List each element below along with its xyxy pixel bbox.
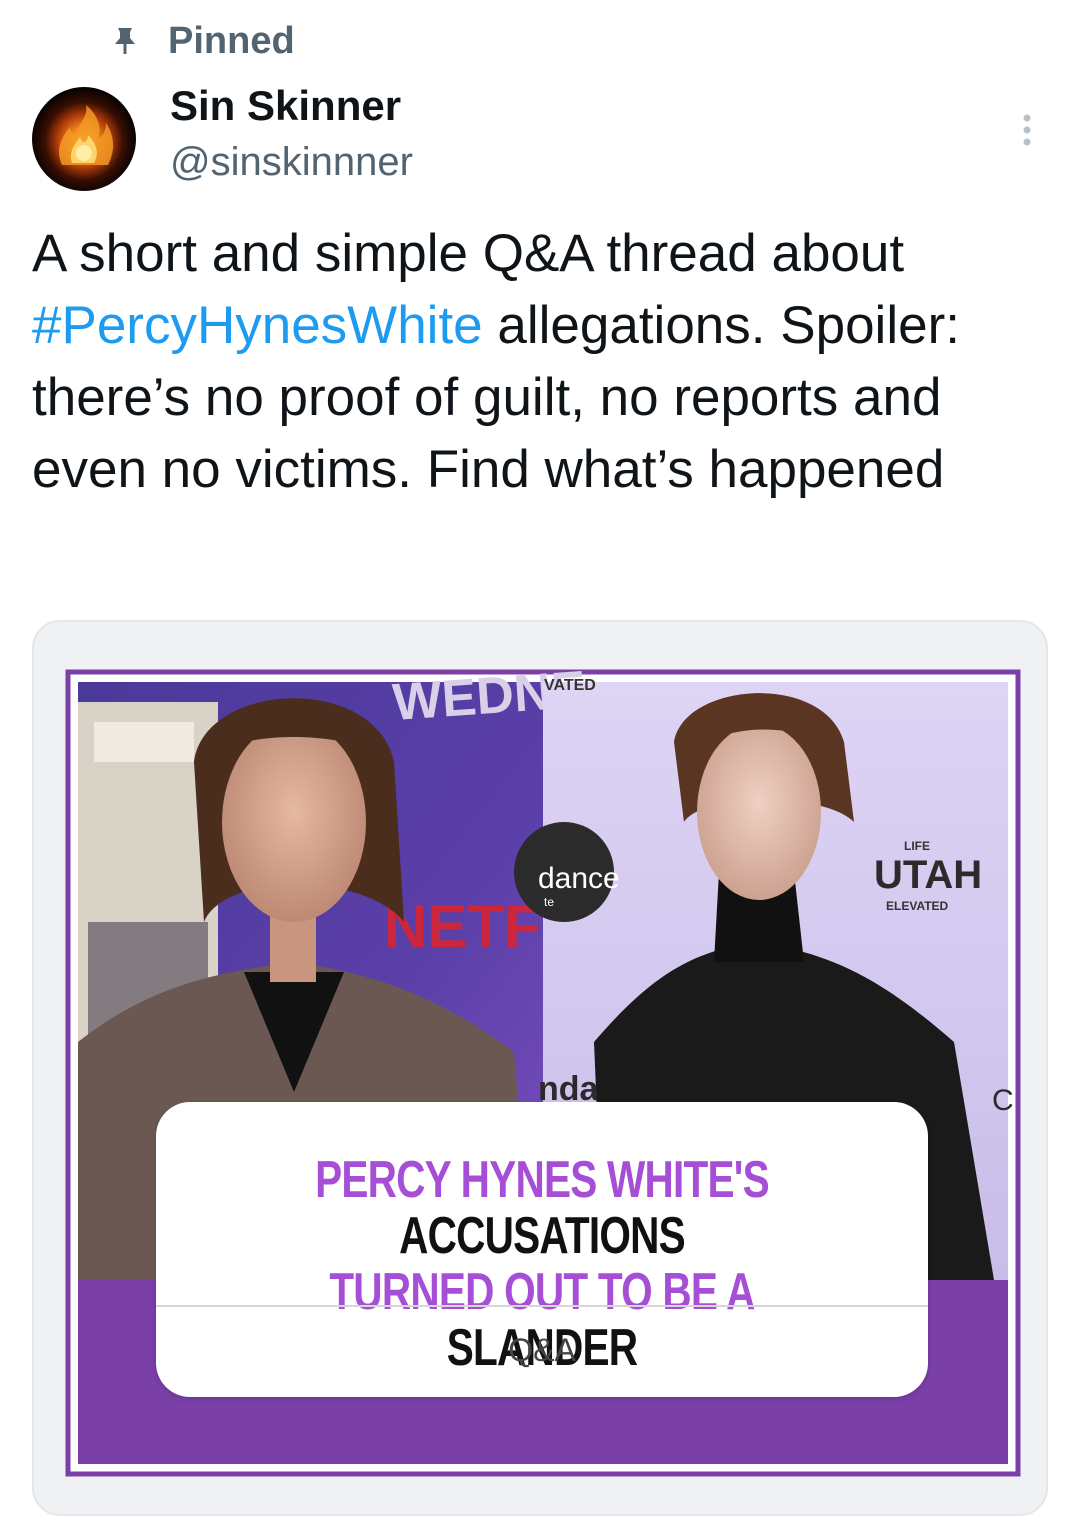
hashtag-link[interactable]: #PercyHynesWhite xyxy=(32,296,483,355)
utah-elevated-sign: ELEVATED xyxy=(886,899,949,913)
media-card[interactable]: WEDNE NETF VATED dance te nda LIFE UTAH … xyxy=(32,620,1048,1516)
tweet-text-before: A short and simple Q&A thread about xyxy=(32,224,905,283)
headline-part3: TURNED OUT TO BE A xyxy=(329,1263,755,1321)
utah-sign: UTAH xyxy=(874,853,982,897)
utah-life-sign: LIFE xyxy=(904,839,930,853)
headline-part1: PERCY HYNES WHITE'S xyxy=(315,1151,770,1209)
qa-question-box[interactable]: PERCY HYNES WHITE'S ACCUSATIONS TURNED O… xyxy=(156,1102,928,1397)
netflix-sign: NETF xyxy=(384,893,541,960)
qa-label: Q&A xyxy=(508,1332,576,1368)
fire-avatar-art xyxy=(59,105,114,165)
author-name[interactable]: Sin Skinner xyxy=(170,82,401,130)
more-vertical-icon[interactable] xyxy=(1012,110,1042,150)
vated-sign: VATED xyxy=(544,677,596,694)
pinned-label: Pinned xyxy=(168,19,295,62)
c-sign: C xyxy=(992,1084,1014,1117)
qa-divider xyxy=(156,1305,928,1307)
pin-icon xyxy=(115,28,135,54)
sundance-sign: dance xyxy=(538,862,620,895)
headline-part2: ACCUSATIONS xyxy=(399,1207,686,1265)
avatar[interactable] xyxy=(32,87,136,191)
sundance-sub-sign: te xyxy=(544,895,554,909)
author-handle[interactable]: @sinskinnner xyxy=(170,140,413,185)
tweet-text: A short and simple Q&A thread about #Per… xyxy=(32,218,1062,506)
pinned-indicator: Pinned xyxy=(112,18,295,64)
